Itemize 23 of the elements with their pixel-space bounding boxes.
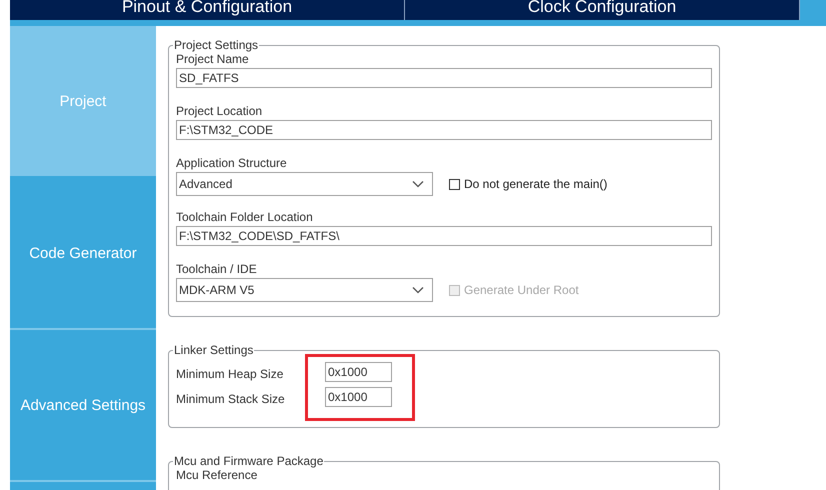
field-label: Toolchain / IDE [176,262,258,276]
field-label: Toolchain Folder Location [176,210,314,224]
text-field[interactable]: F:\STM32_CODE [176,120,712,140]
text-field[interactable]: 0x1000 [325,387,392,407]
field-label: Mcu Reference [176,468,258,482]
text-field[interactable]: 0x1000 [325,362,392,382]
text-field[interactable]: SD_FATFS [176,68,712,88]
field-label: Project Name [176,52,250,66]
field-label: Minimum Stack Size [176,392,286,406]
group-title: Linker Settings [173,343,254,357]
field-label: Project Location [176,104,264,118]
field-label: Minimum Heap Size [176,367,284,381]
dropdown[interactable]: Advanced [176,172,433,196]
checkbox[interactable]: Do not generate the main() [449,177,608,191]
dropdown[interactable]: MDK-ARM V5 [176,278,433,302]
top-tab[interactable]: Pinout & Configuration [10,0,405,20]
caret-icon [412,180,424,188]
group-title: Mcu and Firmware Package [173,454,324,468]
group-title: Project Settings [173,38,260,52]
text-field[interactable]: F:\STM32_CODE\SD_FATFS\ [176,226,712,246]
field-label: Application Structure [176,156,288,170]
caret-icon [412,286,424,294]
top-tab[interactable]: Clock Configuration [405,0,800,20]
